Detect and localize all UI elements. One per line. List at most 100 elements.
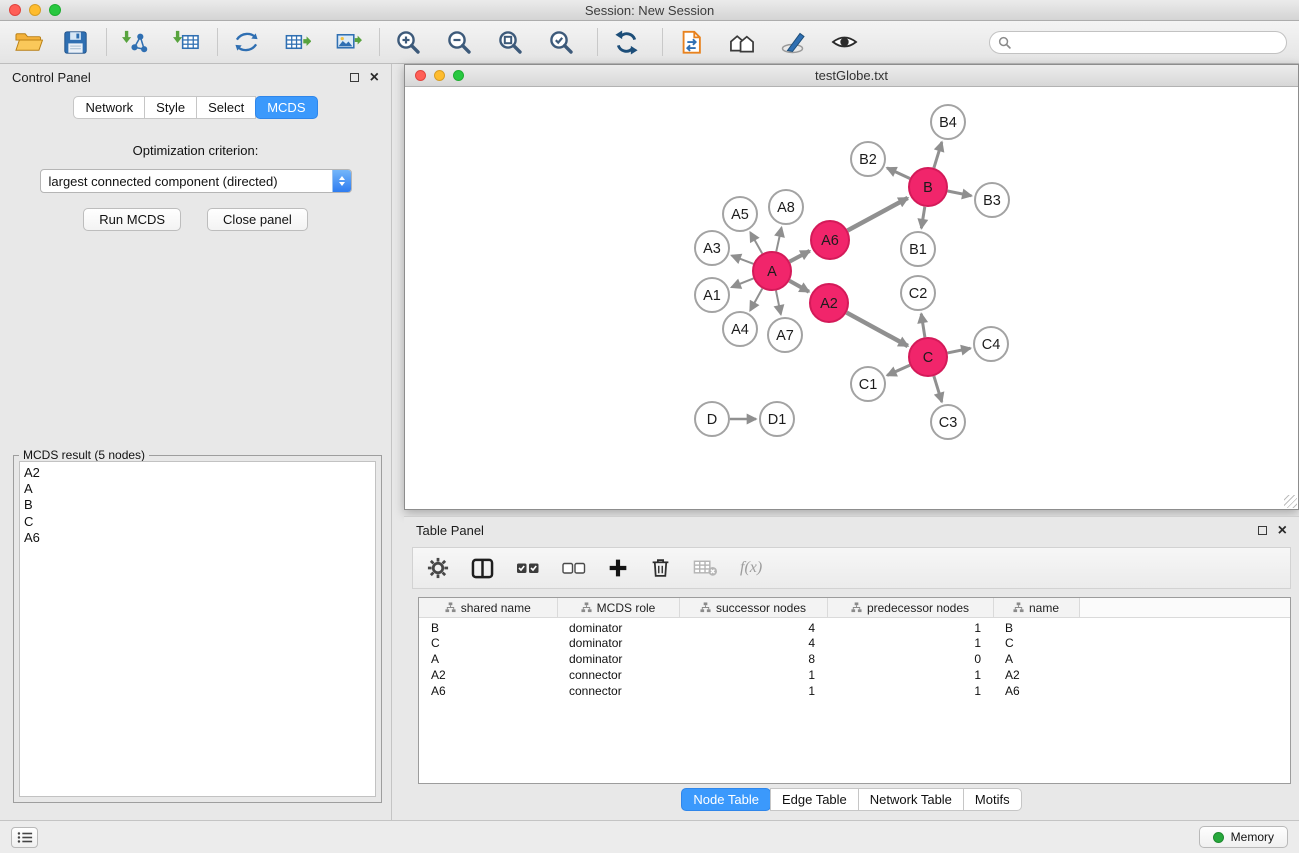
export-table-button[interactable] <box>280 25 314 59</box>
mcds-result-item[interactable]: B <box>24 497 371 513</box>
select-all-button[interactable] <box>516 560 540 576</box>
resize-grip[interactable] <box>1284 495 1297 508</box>
export-image-button[interactable] <box>331 25 365 59</box>
graph-node-A1[interactable]: A1 <box>695 278 729 312</box>
mcds-result-item[interactable]: C <box>24 514 371 530</box>
memory-button[interactable]: Memory <box>1199 826 1288 848</box>
deselect-all-button[interactable] <box>562 560 586 576</box>
graph-edge-B-B4[interactable] <box>934 142 942 168</box>
graph-node-B2[interactable]: B2 <box>851 142 885 176</box>
zoom-view-button[interactable] <box>453 70 464 81</box>
graph-edge-B-B2[interactable] <box>887 168 910 179</box>
import-network-button[interactable] <box>118 25 152 59</box>
tab-network-table[interactable]: Network Table <box>858 788 964 811</box>
mcds-result-item[interactable]: A6 <box>24 530 371 546</box>
graph-node-A2[interactable]: A2 <box>810 284 848 322</box>
close-panel-icon[interactable]: × <box>370 72 379 84</box>
minimize-view-button[interactable] <box>434 70 445 81</box>
graph-edge-A-A4[interactable] <box>750 289 762 311</box>
graph-edge-A-A7[interactable] <box>776 291 781 315</box>
function-builder-button[interactable]: f(x) <box>740 559 762 577</box>
mcds-result-list[interactable]: A2ABCA6 <box>19 461 376 797</box>
tab-motifs[interactable]: Motifs <box>963 788 1022 811</box>
mcds-result-item[interactable]: A2 <box>24 465 371 481</box>
zoom-fit-button[interactable] <box>493 25 527 59</box>
show-details-button[interactable] <box>827 25 861 59</box>
graph-node-A6[interactable]: A6 <box>811 221 849 259</box>
open-session-button[interactable] <box>12 25 46 59</box>
table-row[interactable]: Bdominator41B <box>419 617 1290 635</box>
graph-edge-B-B1[interactable] <box>921 207 924 229</box>
tab-network[interactable]: Network <box>73 96 145 119</box>
graph-edge-A6-B[interactable] <box>848 198 908 231</box>
graph-node-C1[interactable]: C1 <box>851 367 885 401</box>
search-input[interactable] <box>1016 35 1278 49</box>
close-view-button[interactable] <box>415 70 426 81</box>
graph-edge-A-A1[interactable] <box>731 278 753 287</box>
tab-style[interactable]: Style <box>144 96 197 119</box>
graph-node-B4[interactable]: B4 <box>931 105 965 139</box>
zoom-in-button[interactable] <box>391 25 425 59</box>
graph-node-C[interactable]: C <box>909 338 947 376</box>
column-header[interactable]: predecessor nodes <box>827 598 993 617</box>
graph-node-B1[interactable]: B1 <box>901 232 935 266</box>
minimize-window-button[interactable] <box>29 4 41 16</box>
graph-node-A3[interactable]: A3 <box>695 231 729 265</box>
delete-table-button[interactable] <box>693 559 718 577</box>
home-button[interactable] <box>725 25 759 59</box>
graph-edge-A2-C[interactable] <box>847 313 908 346</box>
apply-layout-button[interactable] <box>609 25 643 59</box>
close-window-button[interactable] <box>9 4 21 16</box>
graph-node-C2[interactable]: C2 <box>901 276 935 310</box>
graph-node-B3[interactable]: B3 <box>975 183 1009 217</box>
table-row[interactable]: Cdominator41C <box>419 635 1290 651</box>
table-row[interactable]: A2connector11A2 <box>419 667 1290 683</box>
column-header[interactable]: name <box>993 598 1079 617</box>
table-mode-button[interactable] <box>427 557 449 579</box>
zoom-window-button[interactable] <box>49 4 61 16</box>
float-table-panel-icon[interactable] <box>1258 526 1267 535</box>
graph-node-B[interactable]: B <box>909 168 947 206</box>
graph-edge-C-C1[interactable] <box>887 365 910 375</box>
column-header[interactable]: MCDS role <box>557 598 679 617</box>
node-table[interactable]: shared nameMCDS rolesuccessor nodesprede… <box>418 597 1291 784</box>
graph-node-C4[interactable]: C4 <box>974 327 1008 361</box>
graph-node-A8[interactable]: A8 <box>769 190 803 224</box>
tab-mcds[interactable]: MCDS <box>255 96 317 119</box>
graph-node-D[interactable]: D <box>695 402 729 436</box>
show-columns-button[interactable] <box>471 558 494 579</box>
ndex-button[interactable] <box>674 25 708 59</box>
float-panel-icon[interactable] <box>350 73 359 82</box>
graph-edge-C-C4[interactable] <box>948 348 971 353</box>
search-box[interactable] <box>989 31 1287 54</box>
graph-edge-A-A2[interactable] <box>789 281 809 292</box>
graph-edge-A-A3[interactable] <box>732 256 754 264</box>
close-panel-button[interactable]: Close panel <box>207 208 308 231</box>
optimization-criterion-select[interactable]: largest connected component (directed) <box>40 169 352 193</box>
graph-edge-C-C3[interactable] <box>934 376 942 402</box>
column-header[interactable]: shared name <box>419 598 557 617</box>
graph-edge-B-B3[interactable] <box>948 191 972 196</box>
network-canvas[interactable]: B4B2BB3A5A8A6A3B1AC2A1A2A4A7C4CC1DD1C3 <box>405 87 1298 509</box>
cybrowser-button[interactable] <box>776 25 810 59</box>
table-row[interactable]: A6connector11A6 <box>419 683 1290 699</box>
zoom-selected-button[interactable] <box>544 25 578 59</box>
tab-edge-table[interactable]: Edge Table <box>770 788 859 811</box>
run-mcds-button[interactable]: Run MCDS <box>83 208 181 231</box>
tab-select[interactable]: Select <box>196 96 256 119</box>
delete-columns-button[interactable] <box>650 557 671 579</box>
graph-edge-A-A5[interactable] <box>750 232 762 253</box>
export-network-button[interactable] <box>229 25 263 59</box>
graph-edge-A-A8[interactable] <box>776 228 781 252</box>
graph-edge-C-C2[interactable] <box>921 314 925 337</box>
table-row[interactable]: Adominator80A <box>419 651 1290 667</box>
column-header[interactable]: successor nodes <box>679 598 827 617</box>
zoom-out-button[interactable] <box>442 25 476 59</box>
task-history-button[interactable] <box>11 827 38 848</box>
import-table-button[interactable] <box>169 25 203 59</box>
close-table-panel-icon[interactable]: × <box>1278 525 1287 537</box>
mcds-result-item[interactable]: A <box>24 481 371 497</box>
new-column-button[interactable] <box>608 558 628 578</box>
graph-node-A7[interactable]: A7 <box>768 318 802 352</box>
graph-node-A5[interactable]: A5 <box>723 197 757 231</box>
